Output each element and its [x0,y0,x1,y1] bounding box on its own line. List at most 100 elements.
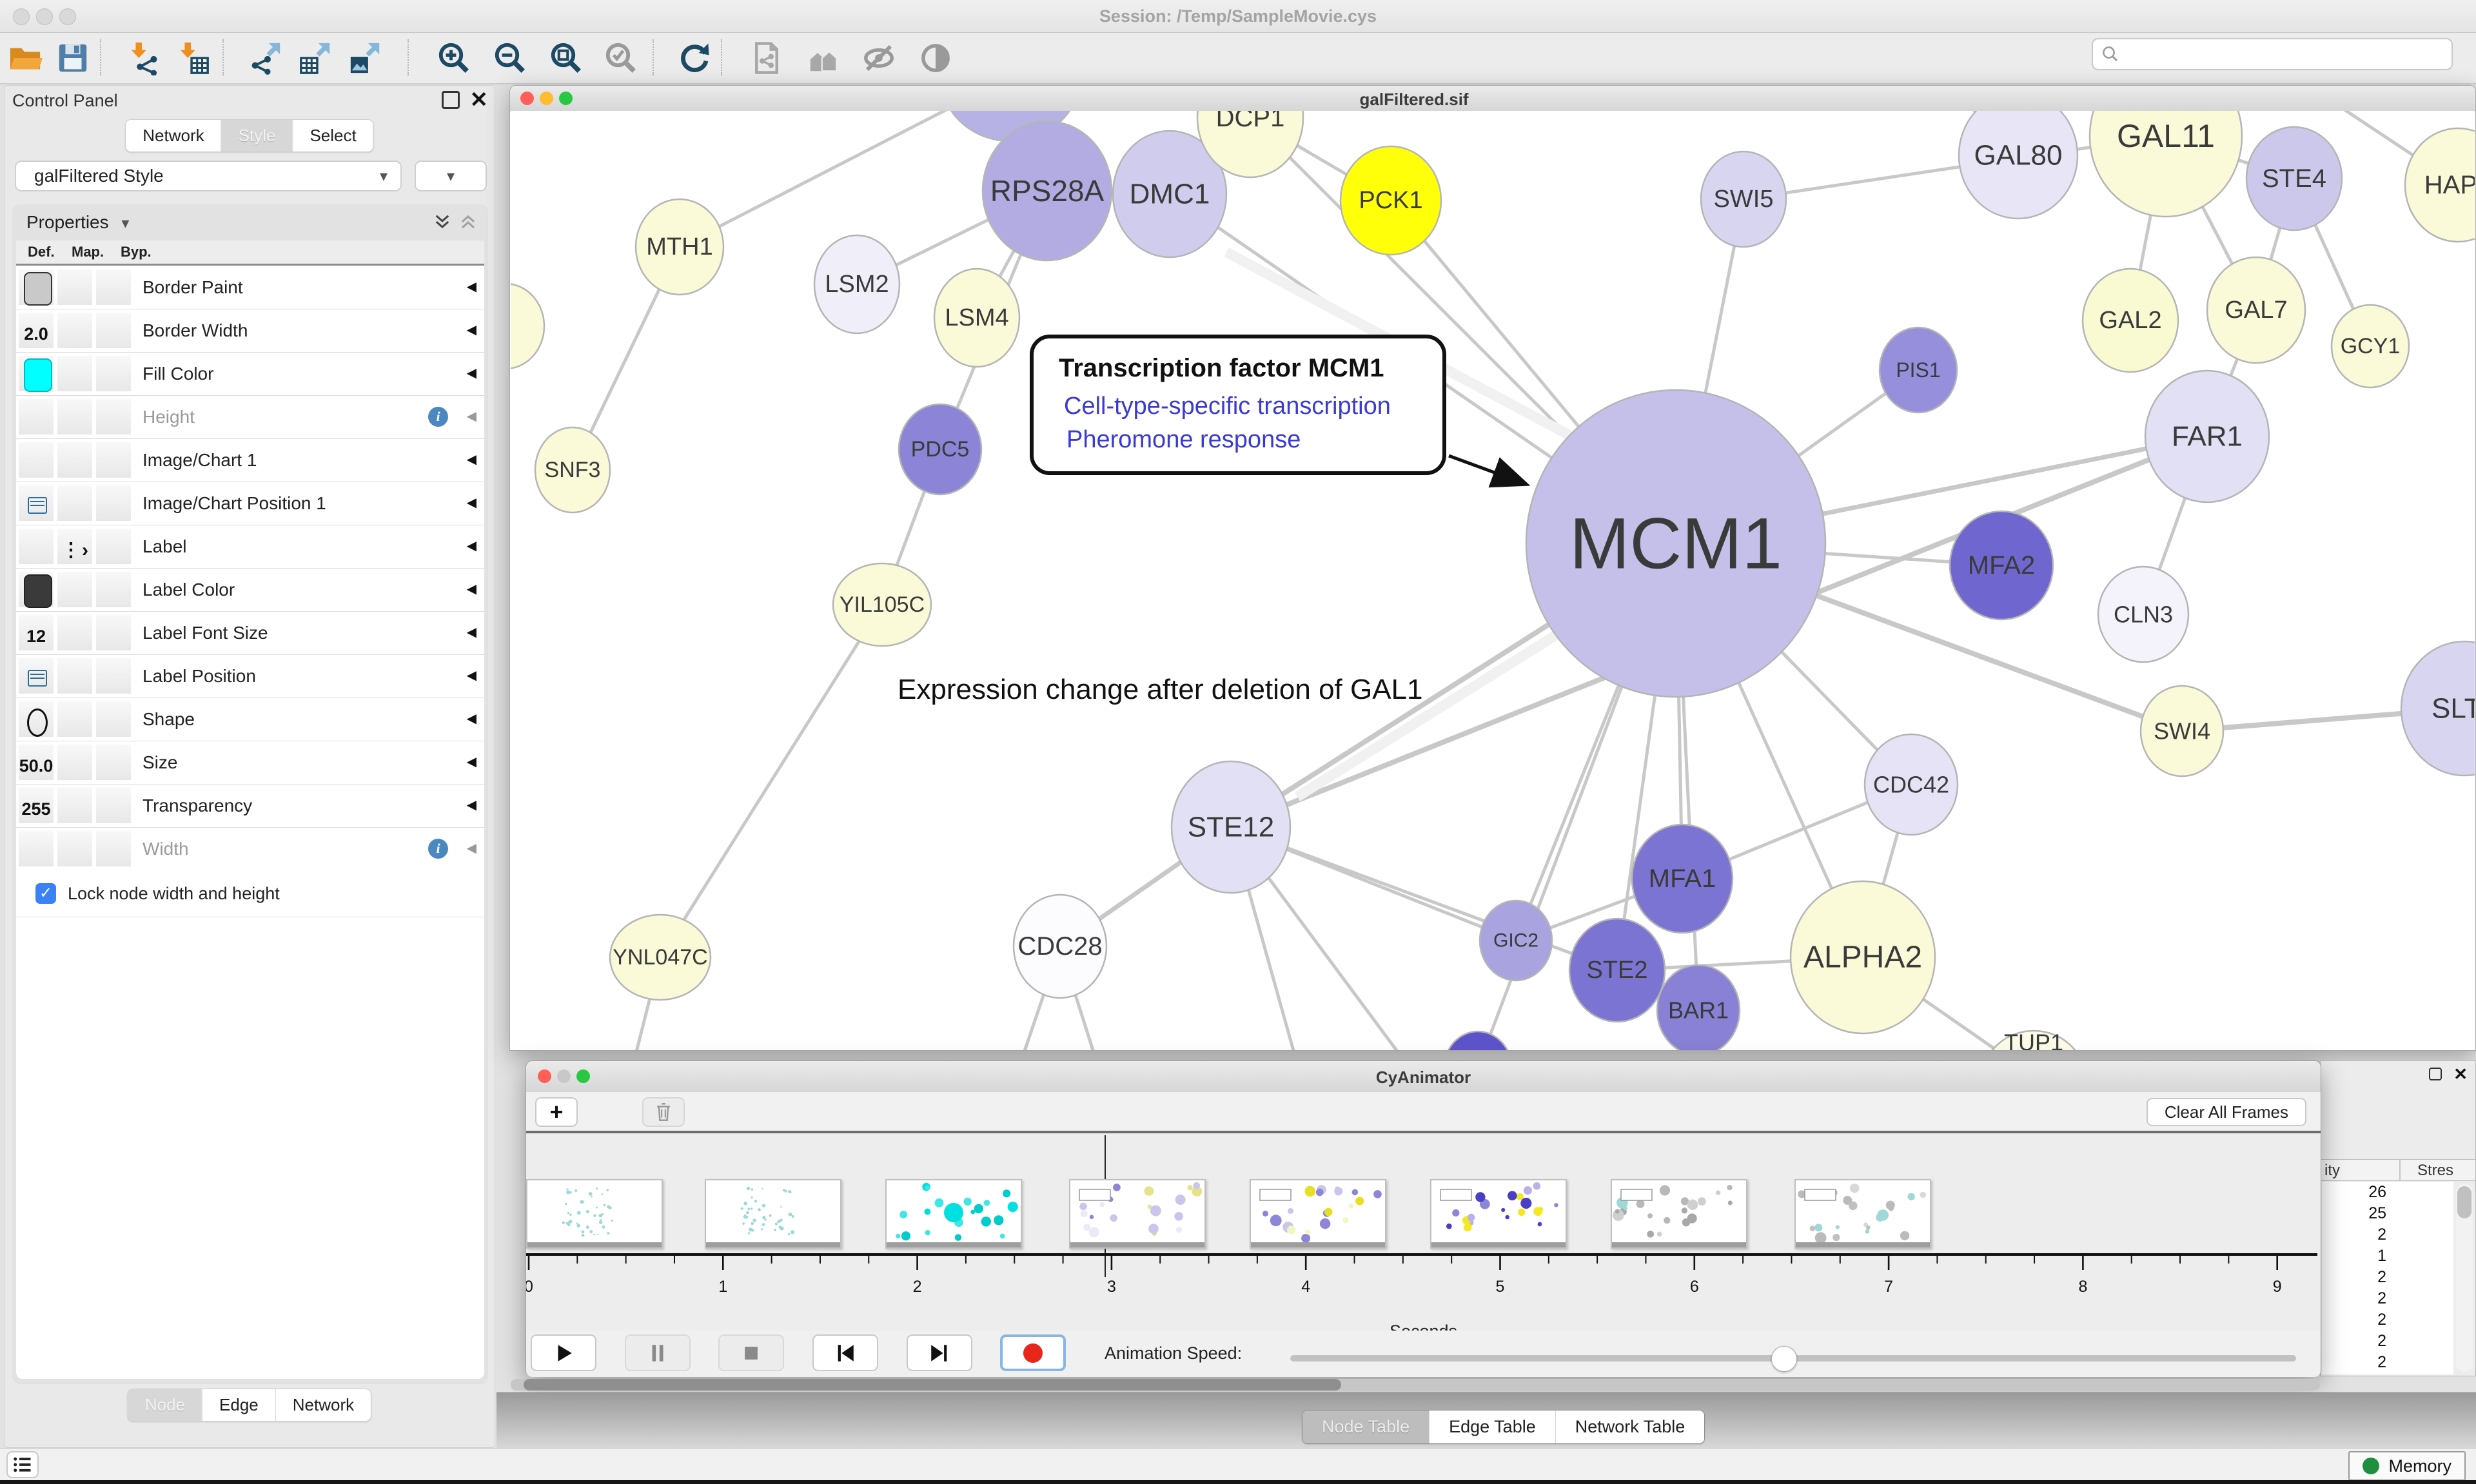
play-button[interactable] [531,1334,596,1371]
table-row[interactable]: 2 [2322,1352,2453,1373]
default-value[interactable]: 255 [19,788,54,831]
zoom-fit-icon[interactable] [546,38,586,78]
group-attributes-icon[interactable] [803,38,843,78]
property-row[interactable]: Height i ◀ [16,395,484,439]
add-frame-button[interactable]: + [535,1097,578,1127]
property-row[interactable]: ⋮› Label ◀ [16,525,484,569]
expand-property-icon[interactable]: ◀ [467,698,477,741]
clear-all-frames-button[interactable]: Clear All Frames [2147,1098,2306,1126]
refresh-view-icon[interactable] [674,38,714,78]
network-edge[interactable] [680,111,1010,247]
info-icon[interactable]: i [428,407,448,427]
style-options-button[interactable]: ▾ [415,161,487,191]
lock-size-row[interactable]: ✓ Lock node width and height [16,870,484,917]
property-row[interactable]: 12 Label Font Size ◀ [16,611,484,655]
tab-node[interactable]: Node [128,1389,202,1421]
table-row[interactable]: 26 [2322,1182,2453,1203]
property-row[interactable]: 255 Transparency ◀ [16,784,484,828]
expand-property-icon[interactable]: ◀ [467,482,477,525]
default-value[interactable]: 12 [19,615,54,658]
vertical-scrollbar[interactable] [2456,1184,2473,1372]
collapse-all-icon[interactable] [458,212,478,231]
tab-network-table[interactable]: Network Table [1555,1411,1705,1443]
callout-annotation[interactable]: Transcription factor MCM1 Cell-type-spec… [1032,337,1524,483]
zoom-selected-icon[interactable] [601,38,641,78]
frame-thumbnail[interactable] [1430,1179,1567,1249]
tab-network[interactable]: Network [126,120,221,151]
property-row[interactable]: Shape ◀ [16,698,484,741]
skip-to-start-button[interactable] [812,1334,878,1371]
tab-edge-table[interactable]: Edge Table [1429,1411,1555,1443]
slider-knob[interactable] [1771,1346,1797,1372]
default-value-swatch[interactable] [24,574,52,608]
skip-to-end-button[interactable] [907,1334,972,1371]
expand-property-icon[interactable]: ◀ [467,525,477,568]
frame-thumbnail[interactable] [526,1179,663,1249]
horizontal-scrollbar[interactable] [511,1379,2320,1391]
property-row[interactable]: 50.0 Size ◀ [16,741,484,785]
export-image-icon[interactable] [346,38,386,78]
default-value[interactable]: 2.0 [19,313,54,356]
info-icon[interactable]: i [428,839,448,859]
network-annotation[interactable]: Expression change after deletion of GAL1 [898,674,1423,705]
expand-property-icon[interactable]: ◀ [467,395,477,438]
table-row[interactable]: 2 [2322,1331,2453,1352]
expand-property-icon[interactable]: ◀ [467,309,477,352]
property-row[interactable]: Fill Color ◀ [16,352,484,396]
expand-property-icon[interactable]: ◀ [467,784,477,827]
property-row[interactable]: 2.0 Border Width ◀ [16,309,484,353]
lock-checkbox[interactable]: ✓ [35,883,56,904]
delete-frame-button[interactable] [642,1097,685,1127]
import-table-icon[interactable] [173,38,213,78]
table-row[interactable]: 25 [2322,1203,2453,1224]
open-session-icon[interactable] [5,38,45,78]
task-history-button[interactable] [6,1451,39,1478]
column-divider[interactable] [2399,1160,2401,1180]
column-stress[interactable]: Stres [2417,1162,2453,1180]
close-panel-icon[interactable]: ✕ [2453,1069,2468,1079]
property-row[interactable]: Image/Chart Position 1 ◀ [16,482,484,525]
frame-thumbnail[interactable] [1250,1179,1386,1249]
save-session-icon[interactable] [53,38,93,78]
frame-thumbnail[interactable] [1794,1179,1931,1249]
table-row[interactable]: 2 [2322,1224,2453,1245]
property-row[interactable]: Border Paint ◀ [16,266,484,309]
zoom-out-icon[interactable] [490,38,530,78]
tab-style[interactable]: Style [221,120,293,151]
property-row[interactable]: Label Color ◀ [16,568,484,612]
table-row[interactable]: 2 [2322,1267,2453,1288]
network-canvas[interactable]: RPS28BRPS28ADMC1DCP1PCK1MTH1LSM2LSM4SNF3… [511,111,2475,1050]
hide-graphics-details-icon[interactable] [859,38,899,78]
expand-property-icon[interactable]: ◀ [467,654,477,698]
default-value-swatch[interactable] [24,272,52,306]
position-icon[interactable] [28,497,47,514]
float-panel-icon[interactable] [2429,1068,2442,1080]
show-graphics-details-icon[interactable] [916,38,956,78]
tab-select[interactable]: Select [292,120,373,151]
table-row[interactable]: 1 [2322,1245,2453,1267]
position-icon[interactable] [28,670,47,687]
chevron-down-icon[interactable]: ▾ [121,215,129,232]
record-button[interactable] [1000,1334,1066,1371]
highlighted-edge[interactable] [1297,620,1581,797]
expand-property-icon[interactable]: ◀ [467,438,477,482]
ellipse-shape-icon[interactable] [27,708,48,737]
default-value-swatch[interactable] [24,358,52,392]
tab-edge[interactable]: Edge [202,1389,275,1421]
pause-button[interactable] [625,1334,691,1371]
memory-button[interactable]: Memory [2348,1451,2466,1481]
frame-thumbnail[interactable] [1069,1179,1206,1249]
expand-property-icon[interactable]: ◀ [467,266,477,309]
network-window-titlebar[interactable]: galFiltered.sif [510,86,2475,112]
scrollbar-thumb[interactable] [2457,1186,2471,1218]
expand-property-icon[interactable]: ◀ [467,741,477,784]
network-node[interactable] [511,284,544,369]
property-row[interactable]: Width i ◀ [16,827,484,871]
property-row[interactable]: Label Position ◀ [16,654,484,698]
stop-button[interactable] [718,1334,784,1371]
frame-thumbnail[interactable] [705,1179,841,1249]
frame-thumbnail[interactable] [885,1179,1022,1249]
frame-thumbnail[interactable] [1611,1179,1747,1249]
style-selector[interactable]: galFiltered Style ▾ [15,161,402,191]
network-edge[interactable] [660,605,882,957]
